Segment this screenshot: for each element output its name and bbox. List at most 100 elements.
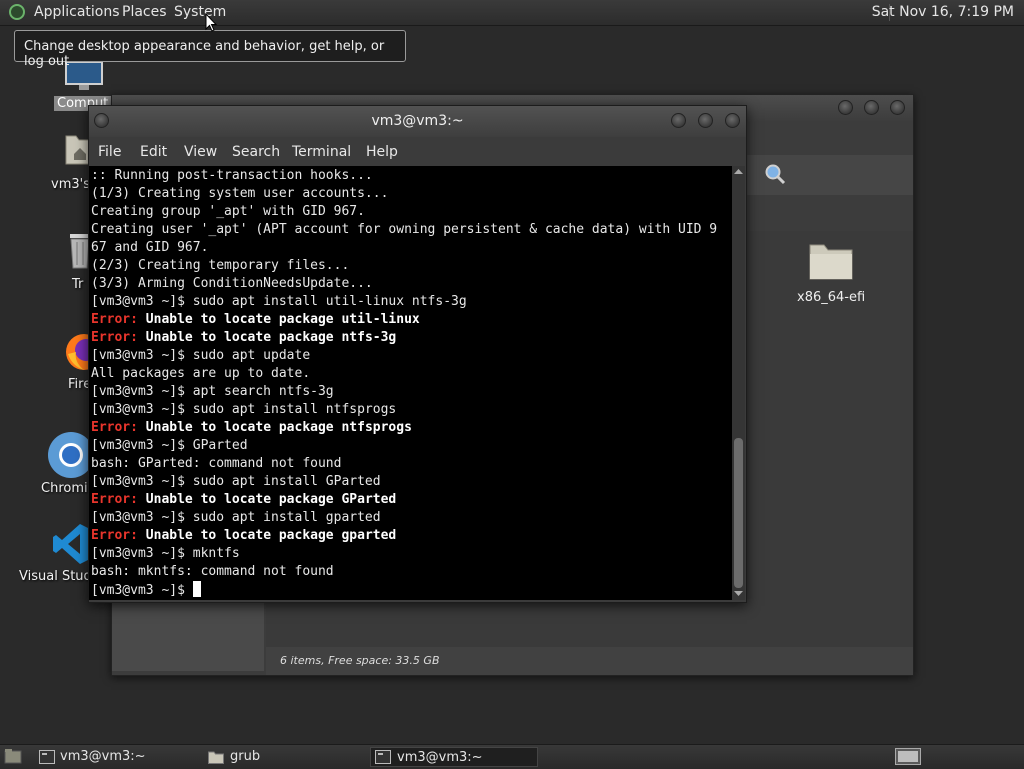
terminal-scrollbar[interactable] (732, 166, 745, 600)
terminal-line: Creating group '_apt' with GID 967. (91, 203, 717, 221)
mouse-pointer-icon (205, 13, 217, 32)
line-text: (3/3) Arming ConditionNeedsUpdate... (91, 276, 373, 291)
terminal-line: Error: Unable to locate package ntfs-3g (91, 329, 717, 347)
line-text: :: Running post-transaction hooks... (91, 168, 373, 183)
terminal-titlebar[interactable]: vm3@vm3:~ (89, 106, 746, 137)
menu-terminal[interactable]: Terminal (292, 144, 351, 160)
error-prefix: Error: (91, 492, 138, 507)
line-text: (1/3) Creating system user accounts... (91, 186, 389, 201)
terminal-line: [vm3@vm3 ~]$ sudo apt install ntfsprogs (91, 401, 717, 419)
error-message: Unable to locate package ntfsprogs (137, 420, 412, 435)
terminal-line: [vm3@vm3 ~]$ (91, 581, 717, 600)
workspace-switcher[interactable] (895, 748, 921, 765)
terminal-icon (39, 750, 55, 764)
desktop-icon-label: Tr (72, 277, 84, 292)
error-prefix: Error: (91, 528, 138, 543)
terminal-line: Error: Unable to locate package ntfsprog… (91, 419, 717, 437)
line-text: [vm3@vm3 ~]$ sudo apt update (91, 348, 311, 363)
places-menu[interactable]: Places (122, 4, 167, 20)
line-text: Creating user '_apt' (APT account for ow… (91, 222, 718, 237)
computer-icon (65, 61, 103, 90)
bottom-panel: vm3@vm3:~ grub vm3@vm3:~ (0, 744, 1024, 769)
menu-file[interactable]: File (98, 144, 121, 160)
vscode-icon (53, 524, 90, 564)
taskbar-item-label: vm3@vm3:~ (397, 750, 483, 765)
maximize-button[interactable] (864, 100, 879, 115)
scroll-down-icon[interactable] (734, 590, 743, 597)
terminal-line: (2/3) Creating temporary files... (91, 257, 717, 275)
error-message: Unable to locate package util-linux (137, 312, 420, 327)
taskbar-item-terminal-active[interactable]: vm3@vm3:~ (370, 747, 538, 767)
terminal-line: Error: Unable to locate package util-lin… (91, 311, 717, 329)
error-prefix: Error: (91, 330, 138, 345)
terminal-line: [vm3@vm3 ~]$ sudo apt install util-linux… (91, 293, 717, 311)
line-text: [vm3@vm3 ~]$ sudo apt install GParted (91, 474, 381, 489)
minimize-button[interactable] (671, 113, 686, 128)
distro-logo-icon[interactable] (9, 4, 25, 20)
folder-icon (809, 244, 853, 280)
line-text: [vm3@vm3 ~]$ mkntfs (91, 546, 240, 561)
status-bar: 6 items, Free space: 33.5 GB (266, 647, 913, 675)
terminal-line: Error: Unable to locate package gparted (91, 527, 717, 545)
line-text: bash: GParted: command not found (91, 456, 342, 471)
desktop-icon-label: vm3's (51, 177, 90, 192)
line-text: [vm3@vm3 ~]$ apt search ntfs-3g (91, 384, 334, 399)
terminal-line: (3/3) Arming ConditionNeedsUpdate... (91, 275, 717, 293)
terminal-icon (375, 750, 391, 764)
maximize-button[interactable] (698, 113, 713, 128)
top-panel: Applications Places System Sat Nov 16, 7… (0, 0, 1024, 26)
error-message: Unable to locate package ntfs-3g (137, 330, 397, 345)
system-menu[interactable]: System (174, 4, 226, 20)
scrollbar-thumb[interactable] (734, 438, 743, 588)
line-text: 67 and GID 967. (91, 240, 209, 255)
folder-icon (208, 751, 224, 764)
close-button[interactable] (725, 113, 740, 128)
terminal-line: 67 and GID 967. (91, 239, 717, 257)
terminal-line: Creating user '_apt' (APT account for ow… (91, 221, 717, 239)
terminal-output[interactable]: :: Running post-transaction hooks...(1/3… (89, 166, 732, 600)
terminal-line: [vm3@vm3 ~]$ sudo apt update (91, 347, 717, 365)
line-text: Creating group '_apt' with GID 967. (91, 204, 365, 219)
line-text: [vm3@vm3 ~]$ GParted (91, 438, 248, 453)
window-title: vm3@vm3:~ (371, 113, 464, 129)
error-message: Unable to locate package gparted (137, 528, 397, 543)
terminal-line: bash: mkntfs: command not found (91, 563, 717, 581)
terminal-lines: :: Running post-transaction hooks...(1/3… (91, 167, 717, 600)
show-desktop-icon[interactable] (4, 748, 22, 765)
menu-view[interactable]: View (184, 144, 217, 160)
line-text: All packages are up to date. (91, 366, 311, 381)
terminal-line: :: Running post-transaction hooks... (91, 167, 717, 185)
scroll-up-icon[interactable] (734, 168, 743, 175)
line-text: [vm3@vm3 ~]$ sudo apt install gparted (91, 510, 381, 525)
status-text: 6 items, Free space: 33.5 GB (280, 654, 440, 667)
desktop-icon-label: Visual Studi (19, 569, 96, 584)
menu-edit[interactable]: Edit (140, 144, 167, 160)
terminal-line: [vm3@vm3 ~]$ sudo apt install GParted (91, 473, 717, 491)
desktop-icon-label: Chromi (41, 481, 88, 496)
terminal-line: [vm3@vm3 ~]$ apt search ntfs-3g (91, 383, 717, 401)
applications-menu[interactable]: Applications (34, 4, 120, 20)
terminal-line: [vm3@vm3 ~]$ mkntfs (91, 545, 717, 563)
taskbar-item-terminal[interactable]: vm3@vm3:~ (34, 747, 194, 767)
terminal-line: All packages are up to date. (91, 365, 717, 383)
menu-help[interactable]: Help (366, 144, 398, 160)
line-text: [vm3@vm3 ~]$ sudo apt install ntfsprogs (91, 402, 397, 417)
line-text: [vm3@vm3 ~]$ sudo apt install util-linux… (91, 294, 467, 309)
workspace-1[interactable] (898, 751, 918, 762)
terminal-window[interactable]: vm3@vm3:~ File Edit View Search Terminal… (88, 105, 747, 603)
search-icon[interactable] (764, 163, 786, 185)
error-prefix: Error: (91, 420, 138, 435)
close-button[interactable] (890, 100, 905, 115)
text-cursor (192, 581, 201, 597)
terminal-line: [vm3@vm3 ~]$ sudo apt install gparted (91, 509, 717, 527)
terminal-line: Error: Unable to locate package GParted (91, 491, 717, 509)
system-menu-tooltip: Change desktop appearance and behavior, … (14, 30, 406, 69)
folder-label: x86_64-efi (797, 290, 866, 305)
taskbar-item-label: grub (230, 749, 261, 764)
folder-item[interactable]: x86_64-efi (786, 239, 876, 309)
minimize-button[interactable] (838, 100, 853, 115)
taskbar-item-grub[interactable]: grub (204, 747, 364, 767)
menu-search[interactable]: Search (232, 144, 280, 160)
clock[interactable]: Sat Nov 16, 7:19 PM (872, 4, 1014, 20)
terminal-line: [vm3@vm3 ~]$ GParted (91, 437, 717, 455)
